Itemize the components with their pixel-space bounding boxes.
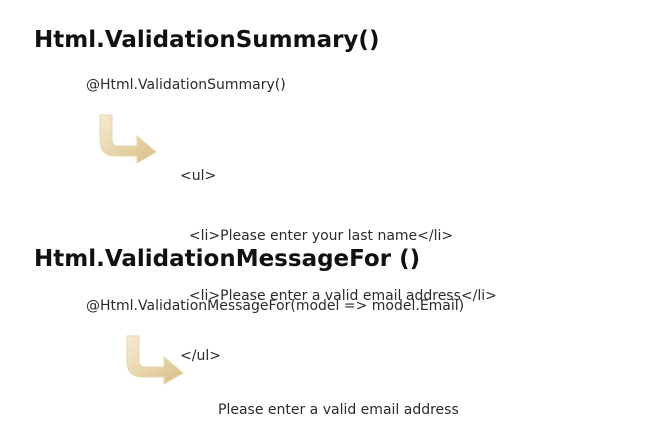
validation-message-for-output: Please enter a valid email address <box>218 360 459 440</box>
output-line: <li>Please enter your last name</li> <box>180 228 454 244</box>
output-line: <ul> <box>180 168 217 184</box>
curved-right-arrow-icon <box>124 333 186 385</box>
validation-summary-code: @Html.ValidationSummary() <box>86 77 286 93</box>
curved-right-arrow-icon <box>97 112 159 164</box>
validation-summary-heading: Html.ValidationSummary() <box>34 27 380 53</box>
output-line: Please enter a valid email address <box>218 402 459 418</box>
validation-message-for-heading: Html.ValidationMessageFor () <box>34 246 421 272</box>
validation-message-for-code: @Html.ValidationMessageFor(model => mode… <box>86 298 465 314</box>
